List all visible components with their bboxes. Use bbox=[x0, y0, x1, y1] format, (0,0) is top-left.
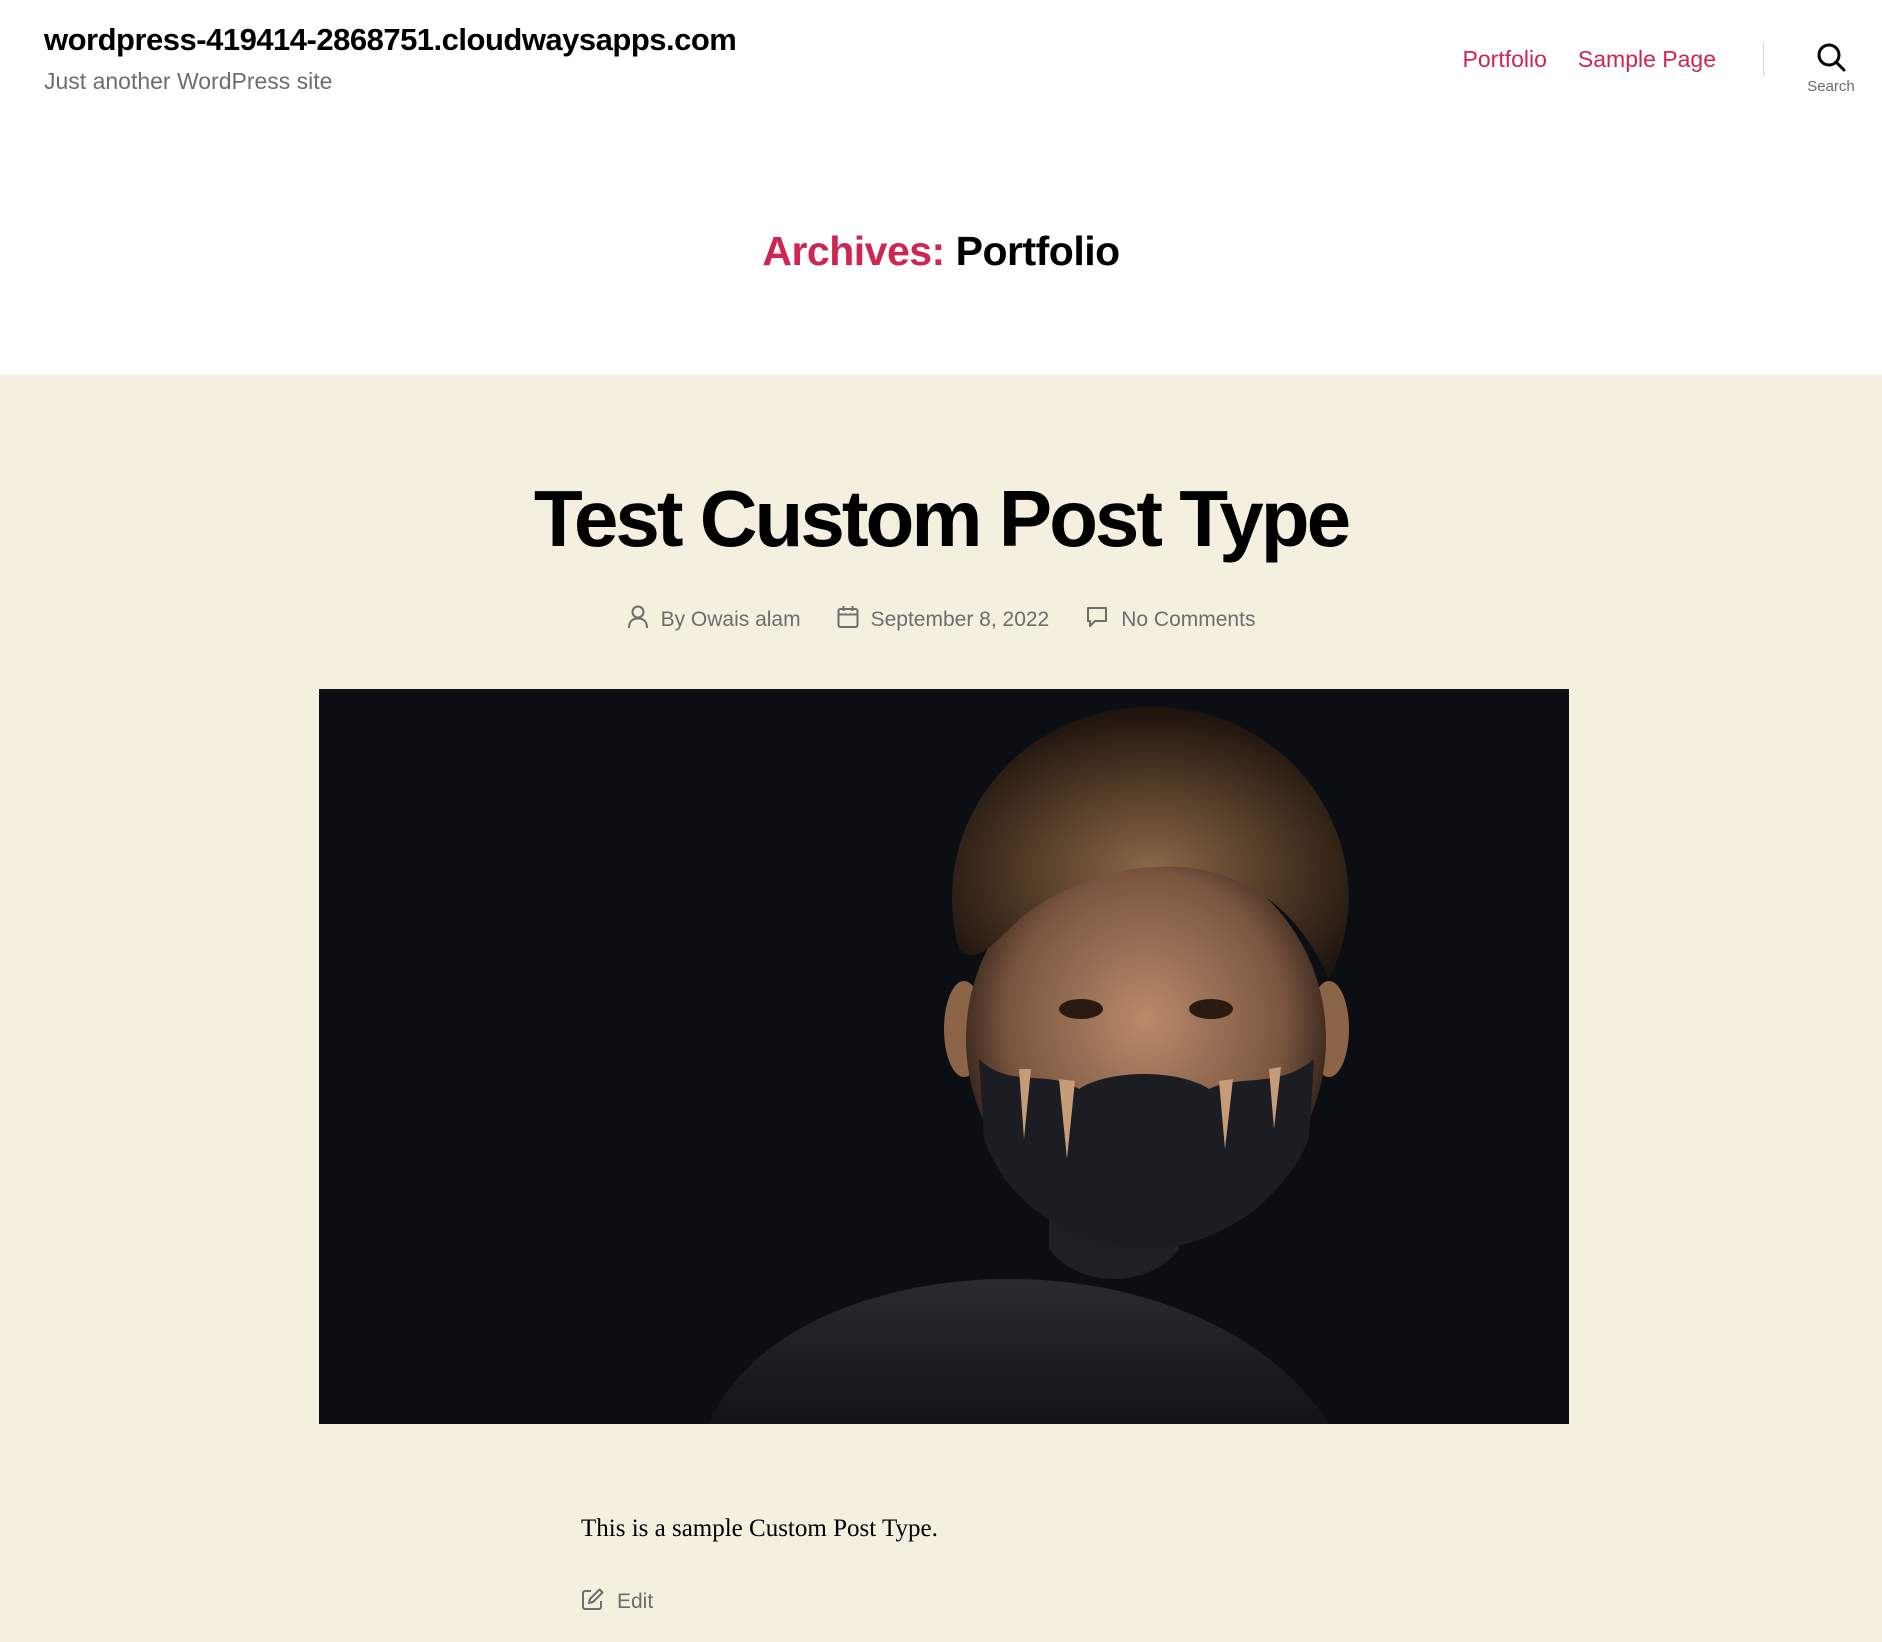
edit-label: Edit bbox=[617, 1590, 654, 1613]
post-date: September 8, 2022 bbox=[837, 605, 1050, 635]
primary-nav: Portfolio Sample Page bbox=[1463, 46, 1716, 73]
nav-item-portfolio[interactable]: Portfolio bbox=[1463, 46, 1547, 73]
search-icon bbox=[1816, 42, 1846, 72]
post-title[interactable]: Test Custom Post Type bbox=[0, 479, 1882, 559]
nav-divider bbox=[1763, 42, 1764, 76]
nav-item-sample-page[interactable]: Sample Page bbox=[1578, 46, 1716, 73]
search-toggle-button[interactable]: Search bbox=[1796, 42, 1866, 104]
site-title[interactable]: wordpress-419414-2868751.cloudwaysapps.c… bbox=[44, 22, 737, 58]
edit-link[interactable]: Edit bbox=[581, 1587, 653, 1617]
archive-header: Archives: Portfolio bbox=[0, 140, 1882, 375]
search-label: Search bbox=[1807, 78, 1855, 95]
post-content: This is a sample Custom Post Type. bbox=[581, 1515, 938, 1542]
comment-icon bbox=[1085, 605, 1109, 635]
post-comments: No Comments bbox=[1085, 605, 1255, 635]
post-date-link[interactable]: September 8, 2022 bbox=[871, 608, 1050, 632]
user-icon bbox=[627, 605, 649, 635]
archive-title-name: Portfolio bbox=[955, 228, 1121, 274]
site-header: wordpress-419414-2868751.cloudwaysapps.c… bbox=[0, 0, 1882, 140]
post-author: By Owais alam bbox=[627, 605, 801, 635]
site-description: Just another WordPress site bbox=[44, 68, 333, 94]
calendar-icon bbox=[837, 605, 859, 635]
post-author-link[interactable]: By Owais alam bbox=[661, 608, 801, 632]
archive-title: Archives: Portfolio bbox=[762, 228, 1121, 275]
post: Test Custom Post Type By Owais alam Sept… bbox=[0, 375, 1882, 1642]
edit-icon bbox=[581, 1587, 605, 1617]
post-comments-link[interactable]: No Comments bbox=[1121, 608, 1255, 632]
archive-title-prefix: Archives: bbox=[762, 228, 945, 274]
featured-image[interactable] bbox=[319, 689, 1569, 1424]
post-meta: By Owais alam September 8, 2022 No Comme… bbox=[0, 605, 1882, 635]
